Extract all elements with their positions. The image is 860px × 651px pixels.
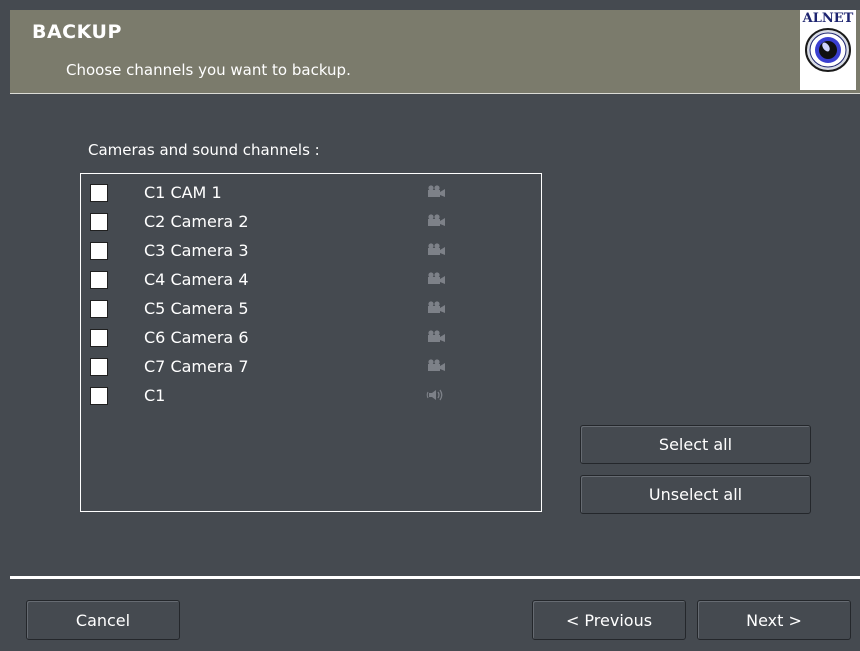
channel-label: C4 Camera 4 xyxy=(144,270,249,289)
logo-text: ALNET xyxy=(802,11,854,26)
channel-checkbox[interactable] xyxy=(90,387,108,405)
channel-checkbox[interactable] xyxy=(90,358,108,376)
cancel-button[interactable]: Cancel xyxy=(26,600,180,640)
alnet-logo: ALNET xyxy=(800,10,856,90)
header-bar: BACKUP Choose channels you want to backu… xyxy=(10,10,860,94)
previous-label: < Previous xyxy=(565,610,653,630)
channel-label: C2 Camera 2 xyxy=(144,212,249,231)
list-item[interactable]: C3 Camera 3 xyxy=(90,238,530,264)
camera-icon xyxy=(428,359,445,371)
channel-label: C3 Camera 3 xyxy=(144,241,249,260)
channel-label: C7 Camera 7 xyxy=(144,357,249,376)
list-item[interactable]: C5 Camera 5 xyxy=(90,296,530,322)
list-item[interactable]: C7 Camera 7 xyxy=(90,354,530,380)
next-button[interactable]: Next > xyxy=(697,600,851,640)
list-item[interactable]: C1 CAM 1 xyxy=(90,180,530,206)
channel-label: C5 Camera 5 xyxy=(144,299,249,318)
channel-checkbox[interactable] xyxy=(90,213,108,231)
previous-button[interactable]: < Previous xyxy=(532,600,686,640)
camera-icon xyxy=(428,272,445,284)
camera-icon xyxy=(428,330,445,342)
channel-checkbox[interactable] xyxy=(90,300,108,318)
channel-label: C6 Camera 6 xyxy=(144,328,249,347)
speaker-icon xyxy=(426,389,443,401)
list-item[interactable]: C6 Camera 6 xyxy=(90,325,530,351)
camera-icon xyxy=(428,301,445,313)
channel-checkbox[interactable] xyxy=(90,184,108,202)
list-item[interactable]: C2 Camera 2 xyxy=(90,209,530,235)
channel-label: C1 xyxy=(144,386,166,405)
channels-list-label: Cameras and sound channels : xyxy=(88,141,320,159)
camera-icon xyxy=(428,185,445,197)
select-all-label: Select all xyxy=(658,435,733,454)
list-item[interactable]: C4 Camera 4 xyxy=(90,267,530,293)
next-label: Next > xyxy=(746,610,802,630)
unselect-all-label: Unselect all xyxy=(648,485,743,504)
footer-divider xyxy=(10,576,860,579)
page-title: BACKUP xyxy=(32,21,122,43)
list-item[interactable]: C1 xyxy=(90,383,530,409)
camera-icon xyxy=(428,214,445,226)
channel-label: C1 CAM 1 xyxy=(144,183,222,202)
eye-logo-icon xyxy=(805,28,851,72)
channels-list[interactable]: C1 CAM 1 C2 Camera 2 C3 Camera 3 C4 Came… xyxy=(80,173,542,512)
channel-checkbox[interactable] xyxy=(90,242,108,260)
select-all-button[interactable]: Select all xyxy=(580,425,811,464)
channel-checkbox[interactable] xyxy=(90,271,108,289)
page-subtitle: Choose channels you want to backup. xyxy=(66,61,351,79)
channel-checkbox[interactable] xyxy=(90,329,108,347)
unselect-all-button[interactable]: Unselect all xyxy=(580,475,811,514)
camera-icon xyxy=(428,243,445,255)
cancel-label: Cancel xyxy=(75,610,131,630)
